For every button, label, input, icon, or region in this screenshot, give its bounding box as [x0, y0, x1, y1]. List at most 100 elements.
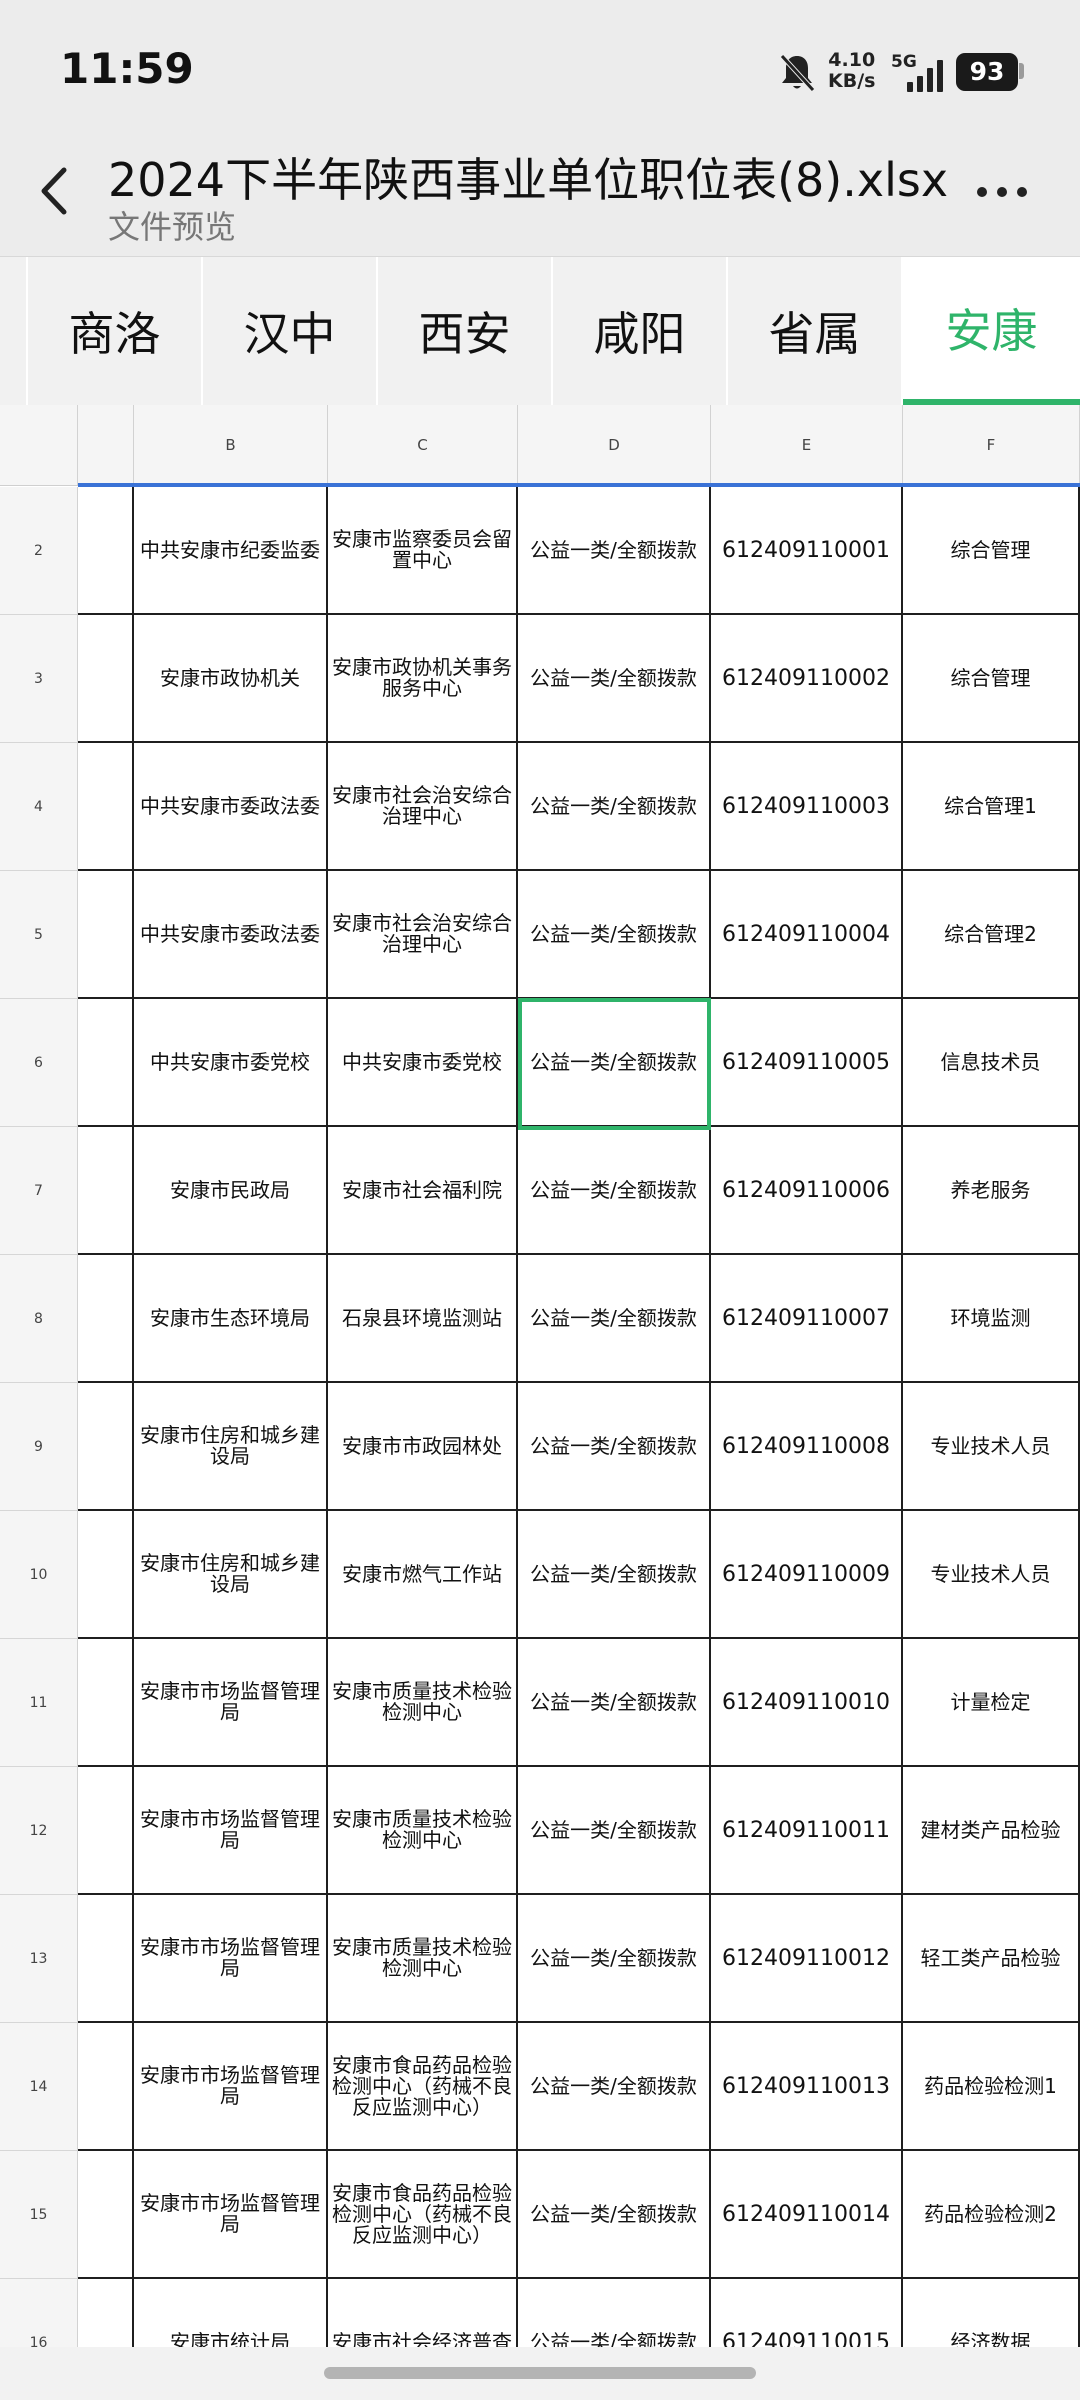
sheet-tab-overflow[interactable] [0, 257, 28, 405]
row-number[interactable]: 15 [0, 2151, 78, 2279]
cell-funding-type[interactable]: 公益一类/全额拨款 [518, 1767, 711, 1895]
cell-a-empty[interactable] [78, 1255, 134, 1383]
row-number[interactable]: 11 [0, 1639, 78, 1767]
cell-position-name[interactable]: 综合管理 [903, 615, 1080, 743]
cell-position-code[interactable]: 612409110011 [711, 1767, 903, 1895]
tab-ankang[interactable]: 安康 [903, 257, 1080, 405]
cell-position-name[interactable]: 综合管理 [903, 487, 1080, 615]
cell-employer[interactable]: 安康市政协机关事务服务中心 [328, 615, 518, 743]
column-header-d[interactable]: D [518, 405, 711, 485]
cell-employer[interactable]: 安康市监察委员会留置中心 [328, 487, 518, 615]
cell-a-empty[interactable] [78, 1767, 134, 1895]
tab-shangluo[interactable]: 商洛 [28, 257, 203, 405]
row-number[interactable]: 5 [0, 871, 78, 999]
cell-funding-type[interactable]: 公益一类/全额拨款 [518, 1383, 711, 1511]
cell-position-name[interactable]: 环境监测 [903, 1255, 1080, 1383]
cell-unit[interactable]: 安康市住房和城乡建设局 [134, 1383, 328, 1511]
cell-a-empty[interactable] [78, 2151, 134, 2279]
cell-unit[interactable]: 中共安康市纪委监委 [134, 487, 328, 615]
cell-unit[interactable]: 中共安康市委政法委 [134, 871, 328, 999]
cell-position-name[interactable]: 建材类产品检验 [903, 1767, 1080, 1895]
cell-unit[interactable]: 安康市市场监督管理局 [134, 2151, 328, 2279]
cell-funding-type[interactable]: 公益一类/全额拨款 [518, 2279, 711, 2347]
cell-employer[interactable]: 安康市社会经济普查 [328, 2279, 518, 2347]
cell-position-name[interactable]: 综合管理1 [903, 743, 1080, 871]
column-header-b[interactable]: B [134, 405, 328, 485]
cell-position-code[interactable]: 612409110010 [711, 1639, 903, 1767]
cell-position-name[interactable]: 专业技术人员 [903, 1511, 1080, 1639]
row-number[interactable]: 10 [0, 1511, 78, 1639]
cell-unit[interactable]: 中共安康市委政法委 [134, 743, 328, 871]
cell-a-empty[interactable] [78, 1895, 134, 2023]
cell-unit[interactable]: 安康市民政局 [134, 1127, 328, 1255]
cell-funding-type[interactable]: 公益一类/全额拨款 [518, 871, 711, 999]
cell-unit[interactable]: 安康市市场监督管理局 [134, 2023, 328, 2151]
tab-xianyang[interactable]: 咸阳 [553, 257, 728, 405]
cell-position-code[interactable]: 612409110012 [711, 1895, 903, 2023]
cell-position-name[interactable]: 养老服务 [903, 1127, 1080, 1255]
row-number[interactable]: 16 [0, 2279, 78, 2347]
cell-employer[interactable]: 安康市食品药品检验检测中心（药械不良反应监测中心） [328, 2023, 518, 2151]
cell-unit[interactable]: 安康市政协机关 [134, 615, 328, 743]
cell-unit[interactable]: 安康市住房和城乡建设局 [134, 1511, 328, 1639]
cell-position-code[interactable]: 612409110004 [711, 871, 903, 999]
row-number[interactable]: 8 [0, 1255, 78, 1383]
cell-funding-type[interactable]: 公益一类/全额拨款 [518, 743, 711, 871]
cell-funding-type[interactable]: 公益一类/全额拨款 [518, 999, 711, 1127]
cell-position-name[interactable]: 专业技术人员 [903, 1383, 1080, 1511]
cell-funding-type[interactable]: 公益一类/全额拨款 [518, 1511, 711, 1639]
cell-employer[interactable]: 安康市质量技术检验检测中心 [328, 1639, 518, 1767]
cell-position-code[interactable]: 612409110013 [711, 2023, 903, 2151]
cell-unit[interactable]: 安康市市场监督管理局 [134, 1895, 328, 2023]
cell-position-name[interactable]: 经济数据 [903, 2279, 1080, 2347]
row-number[interactable]: 4 [0, 743, 78, 871]
cell-employer[interactable]: 安康市社会治安综合治理中心 [328, 871, 518, 999]
cell-funding-type[interactable]: 公益一类/全额拨款 [518, 2023, 711, 2151]
column-header-f[interactable]: F [903, 405, 1080, 485]
cell-unit[interactable]: 安康市市场监督管理局 [134, 1639, 328, 1767]
cell-position-code[interactable]: 612409110009 [711, 1511, 903, 1639]
tab-hanzhong[interactable]: 汉中 [203, 257, 378, 405]
cell-a-empty[interactable] [78, 2023, 134, 2151]
cell-employer[interactable]: 安康市社会治安综合治理中心 [328, 743, 518, 871]
cell-position-code[interactable]: 612409110007 [711, 1255, 903, 1383]
tab-xian[interactable]: 西安 [378, 257, 553, 405]
cell-unit[interactable]: 安康市生态环境局 [134, 1255, 328, 1383]
cell-position-name[interactable]: 计量检定 [903, 1639, 1080, 1767]
cell-a-empty[interactable] [78, 487, 134, 615]
cell-position-code[interactable]: 612409110014 [711, 2151, 903, 2279]
cell-funding-type[interactable]: 公益一类/全额拨款 [518, 615, 711, 743]
cell-employer[interactable]: 安康市质量技术检验检测中心 [328, 1767, 518, 1895]
cell-position-code[interactable]: 612409110005 [711, 999, 903, 1127]
cell-unit[interactable]: 安康市市场监督管理局 [134, 1767, 328, 1895]
cell-position-code[interactable]: 612409110008 [711, 1383, 903, 1511]
column-header-e[interactable]: E [711, 405, 903, 485]
cell-position-name[interactable]: 综合管理2 [903, 871, 1080, 999]
cell-funding-type[interactable]: 公益一类/全额拨款 [518, 1255, 711, 1383]
cell-a-empty[interactable] [78, 615, 134, 743]
cell-position-name[interactable]: 信息技术员 [903, 999, 1080, 1127]
cell-employer[interactable]: 中共安康市委党校 [328, 999, 518, 1127]
cell-a-empty[interactable] [78, 999, 134, 1127]
cell-position-code[interactable]: 612409110015 [711, 2279, 903, 2347]
row-number[interactable]: 2 [0, 487, 78, 615]
row-number[interactable]: 6 [0, 999, 78, 1127]
cell-employer[interactable]: 安康市市政园林处 [328, 1383, 518, 1511]
more-options-icon[interactable] [976, 182, 1028, 202]
back-arrow-icon[interactable] [30, 160, 78, 222]
cell-position-code[interactable]: 612409110006 [711, 1127, 903, 1255]
cell-funding-type[interactable]: 公益一类/全额拨款 [518, 1895, 711, 2023]
cell-employer[interactable]: 安康市燃气工作站 [328, 1511, 518, 1639]
cell-a-empty[interactable] [78, 743, 134, 871]
cell-funding-type[interactable]: 公益一类/全额拨款 [518, 2151, 711, 2279]
cell-a-empty[interactable] [78, 871, 134, 999]
row-number[interactable]: 12 [0, 1767, 78, 1895]
cell-unit[interactable]: 安康市统计局 [134, 2279, 328, 2347]
row-number[interactable]: 14 [0, 2023, 78, 2151]
cell-employer[interactable]: 石泉县环境监测站 [328, 1255, 518, 1383]
cell-employer[interactable]: 安康市食品药品检验检测中心（药械不良反应监测中心） [328, 2151, 518, 2279]
cell-a-empty[interactable] [78, 1127, 134, 1255]
home-indicator[interactable] [324, 2367, 756, 2379]
cell-employer[interactable]: 安康市质量技术检验检测中心 [328, 1895, 518, 2023]
cell-a-empty[interactable] [78, 1511, 134, 1639]
